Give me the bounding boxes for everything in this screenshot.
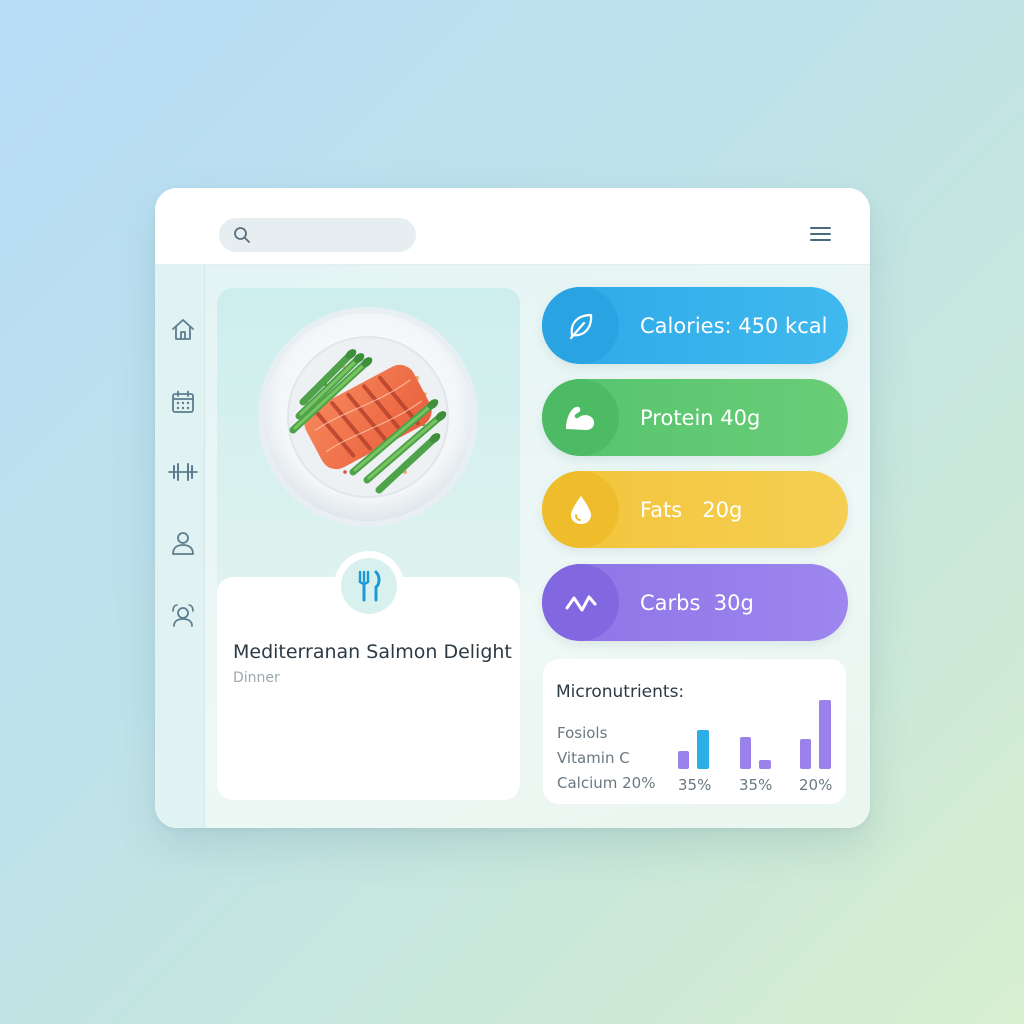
micronutrient-row: Fosiols — [557, 724, 608, 742]
micro-percent-label: 35% — [678, 776, 712, 794]
micro-bar — [800, 739, 811, 769]
dumbbell-icon — [168, 463, 198, 481]
sidebar-item-profile[interactable] — [167, 527, 199, 559]
calories-icon-badge — [542, 287, 619, 364]
micro-bar — [678, 751, 689, 769]
micro-bar — [819, 700, 831, 769]
meal-info-panel: Mediterranan Salmon Delight Dinner — [217, 551, 520, 800]
leaf-icon — [569, 313, 592, 339]
carbs-card[interactable]: Carbs 30g — [542, 564, 848, 641]
calendar-icon — [172, 390, 194, 413]
micro-percent-label: 20% — [799, 776, 833, 794]
calories-label: Calories: 450 kcal — [640, 313, 828, 338]
fork-knife-icon — [358, 570, 381, 602]
search-bar[interactable] — [219, 218, 416, 252]
menu-button[interactable] — [807, 224, 835, 246]
protein-label: Protein 40g — [640, 405, 761, 430]
micronutrients-title: Micronutrients: — [556, 682, 685, 702]
meal-image — [255, 304, 481, 530]
micronutrient-row: Vitamin C — [557, 749, 630, 767]
micronutrients-card: Micronutrients: Fosiols Vitamin C Calciu… — [543, 659, 846, 804]
drop-icon — [570, 495, 591, 524]
main-content: Mediterranan Salmon Delight Dinner Calor… — [155, 265, 870, 828]
sidebar — [155, 265, 205, 828]
salmon-plate-illustration — [258, 307, 478, 527]
meal-type-badge — [334, 551, 404, 621]
sidebar-item-home[interactable] — [167, 314, 199, 346]
search-icon — [234, 227, 250, 243]
micro-bar — [697, 730, 709, 769]
muscle-icon — [565, 406, 594, 430]
calories-card[interactable]: Calories: 450 kcal — [542, 287, 848, 364]
protein-card[interactable]: Protein 40g — [542, 379, 848, 456]
micro-percent-label: 35% — [739, 776, 773, 794]
hamburger-icon — [810, 227, 831, 241]
app-window: Mediterranan Salmon Delight Dinner Calor… — [155, 188, 870, 828]
top-bar — [155, 188, 870, 265]
meal-category: Dinner — [233, 670, 280, 686]
micro-bar — [759, 760, 771, 769]
sidebar-item-workouts[interactable] — [167, 456, 199, 488]
sidebar-item-calendar[interactable] — [167, 386, 199, 418]
search-input[interactable] — [259, 227, 409, 243]
micronutrient-row: Calcium 20% — [557, 774, 656, 792]
carbs-label: Carbs 30g — [640, 590, 754, 615]
meal-card[interactable]: Mediterranan Salmon Delight Dinner — [217, 288, 520, 800]
sidebar-item-community[interactable] — [167, 599, 199, 631]
fats-icon-badge — [542, 471, 619, 548]
fats-label: Fats 20g — [640, 497, 743, 522]
wave-icon — [565, 595, 596, 611]
support-icon — [172, 604, 194, 627]
meal-title: Mediterranan Salmon Delight — [233, 641, 512, 663]
user-icon — [172, 532, 194, 555]
carbs-icon-badge — [542, 564, 619, 641]
home-icon — [172, 319, 194, 340]
micro-bar — [740, 737, 751, 769]
fats-card[interactable]: Fats 20g — [542, 471, 848, 548]
protein-icon-badge — [542, 379, 619, 456]
